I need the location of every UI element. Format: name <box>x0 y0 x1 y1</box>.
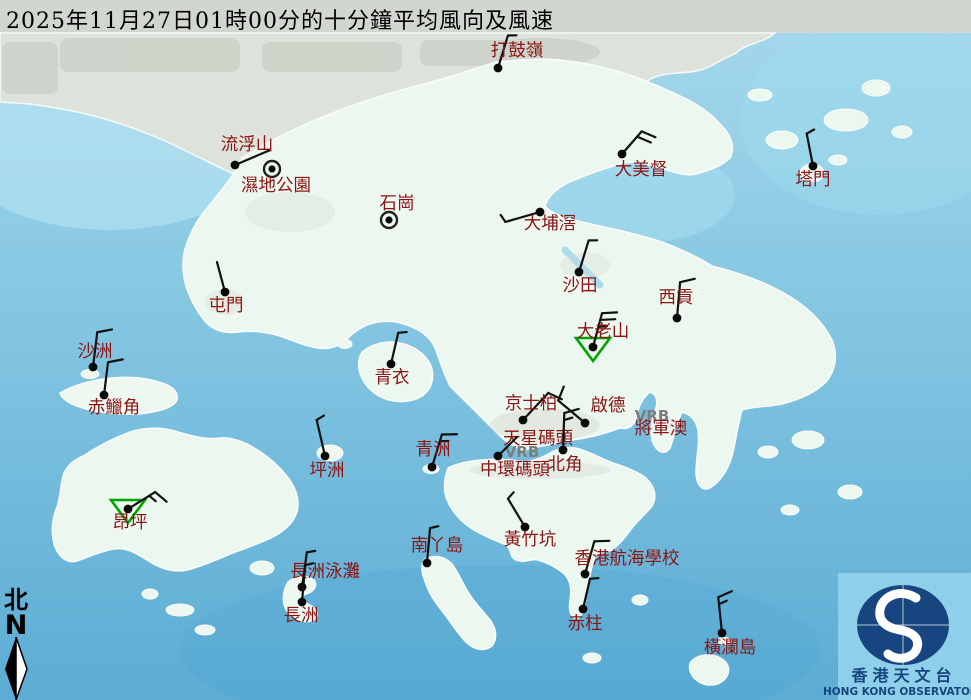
station-dot <box>559 446 568 455</box>
station-dot <box>618 150 627 159</box>
station-label: 塔門 <box>796 170 831 190</box>
station-label: 青洲 <box>416 440 451 460</box>
station-label: 赤鱲角 <box>88 398 141 418</box>
station-label: 赤柱 <box>568 614 603 634</box>
station-label: 流浮山 <box>221 135 274 155</box>
map-land-sha-chau <box>81 370 99 379</box>
station-label: 沙田 <box>563 276 598 296</box>
wind-barb-half <box>590 578 598 579</box>
station-label: 長洲泳灘 <box>290 562 360 582</box>
station-label: 京士柏 <box>505 394 558 414</box>
station-label: 大老山 <box>577 322 630 342</box>
wind-barb-full <box>594 541 609 542</box>
station-dot <box>579 605 588 614</box>
hko-logo-chinese-name: 香港天文台 <box>850 666 956 685</box>
hko-logo: 香港天文台 HONG KONG OBSERVATORY <box>823 573 971 700</box>
station-label: 將軍澳 <box>635 419 688 439</box>
station-label: 橫瀾島 <box>704 638 757 658</box>
compass-n-letter: N <box>5 610 28 641</box>
station-dot <box>385 216 392 223</box>
station-label: 沙洲 <box>78 342 113 362</box>
wind-barb-half <box>307 551 315 552</box>
station-label: 中環碼頭 <box>480 460 550 480</box>
station-label: 青衣 <box>375 368 410 388</box>
station-label: 黃竹坑 <box>504 530 557 550</box>
station-dot <box>268 165 275 172</box>
hko-logo-english-name: HONG KONG OBSERVATORY <box>823 686 971 698</box>
station-label: 坪洲 <box>310 461 345 481</box>
station-dot <box>321 452 330 461</box>
station-label: 北角 <box>548 455 583 475</box>
station-dot <box>428 463 437 472</box>
station-dot <box>718 629 727 638</box>
station-label: 長洲 <box>284 606 319 626</box>
station-dot <box>89 363 98 372</box>
station-label: 大美督 <box>615 160 668 180</box>
station-label: 大埔滘 <box>524 214 577 234</box>
station-label: 打鼓嶺 <box>491 41 544 61</box>
station-dot <box>589 343 598 352</box>
station-label: 西貢 <box>659 288 694 308</box>
station-dot <box>494 64 503 73</box>
station-label: 啟德 <box>591 396 626 416</box>
station-dot <box>519 416 528 425</box>
station-label: 昂坪 <box>113 513 148 533</box>
station-dot <box>231 161 240 170</box>
map-title: 2025年11月27日01時00分的十分鐘平均風向及風速 <box>6 3 554 35</box>
station-label: 南丫島 <box>411 536 464 556</box>
wind-barb-staff <box>563 413 564 450</box>
station-label: 石崗 <box>380 194 415 214</box>
wind-barb-full <box>602 312 617 313</box>
map-land-ma-wan <box>338 340 352 349</box>
station-label: 屯門 <box>209 296 244 316</box>
station-dot <box>673 314 682 323</box>
wind-barb-full <box>600 319 615 320</box>
hong-kong-wind-map: 打鼓嶺流浮山濕地公園石崗 大美督大埔滘沙田西貢大老山 塔門屯門沙洲赤鱲角昂坪 青衣坪洲… <box>0 0 971 700</box>
station-label: 濕地公園 <box>241 176 311 196</box>
station-dot <box>581 570 590 579</box>
station-dot <box>581 419 590 428</box>
wind-barb-half <box>398 332 406 333</box>
wind-map-page: 打鼓嶺流浮山濕地公園石崗 大美督大埔滘沙田西貢大老山 塔門屯門沙洲赤鱲角昂坪 青衣坪洲… <box>0 0 971 700</box>
station-label: 香港航海學校 <box>575 549 680 569</box>
station-dot <box>423 559 432 568</box>
